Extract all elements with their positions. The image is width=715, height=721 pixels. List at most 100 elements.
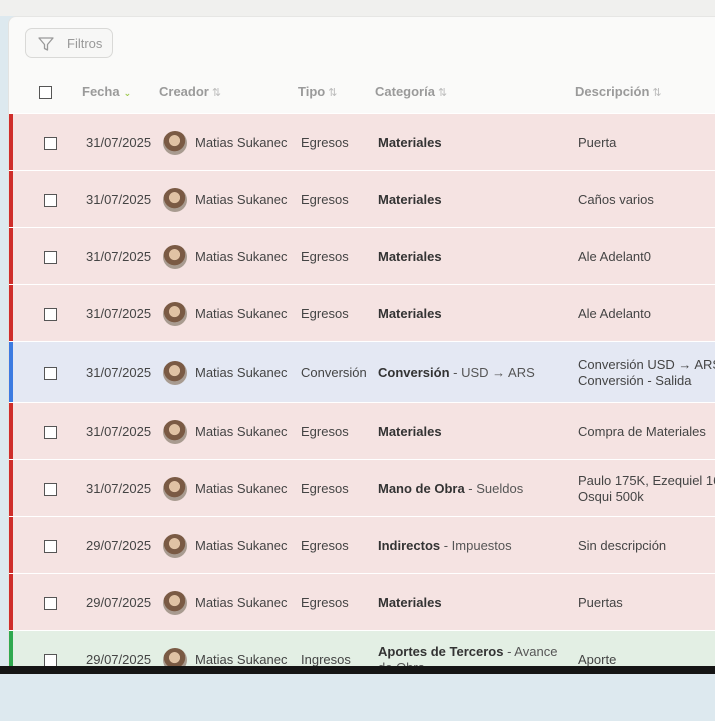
column-creador[interactable]: Creador ⇅ [159, 84, 221, 99]
avatar [163, 420, 187, 444]
row-checkbox[interactable] [44, 540, 57, 553]
top-strip [0, 0, 715, 16]
table-row[interactable]: 31/07/2025 Matias Sukanec Egresos Materi… [9, 402, 715, 459]
creador-cell: Matias Sukanec [195, 481, 288, 496]
table-header: Fecha ⌄ Creador ⇅ Tipo ⇅ Categoría ⇅ Descrip… [9, 73, 715, 113]
row-checkbox[interactable] [44, 483, 57, 496]
descripcion-line1: Paulo 175K, Ezequiel 160 [578, 473, 715, 488]
table-row[interactable]: 29/07/2025 Matias Sukanec Ingresos Aport… [9, 630, 715, 667]
column-categoria[interactable]: Categoría ⇅ [375, 84, 447, 99]
taskbar [0, 666, 715, 674]
table-row[interactable]: 31/07/2025 Matias Sukanec Egresos Materi… [9, 113, 715, 170]
fecha-cell: 31/07/2025 [86, 249, 152, 264]
type-color-bar [9, 114, 13, 170]
type-color-bar [9, 285, 13, 341]
categoria-name: Indirectos [378, 538, 441, 553]
descripcion-cell: Ale Adelant0 [578, 249, 651, 265]
avatar [163, 245, 187, 269]
creador-cell: Matias Sukanec [195, 192, 288, 207]
creador-cell: Matias Sukanec [195, 652, 288, 667]
descripcion-cell: Compra de Materiales [578, 424, 706, 440]
row-checkbox[interactable] [44, 426, 57, 439]
fecha-cell: 31/07/2025 [86, 306, 152, 321]
avatar [163, 131, 187, 155]
row-checkbox[interactable] [44, 194, 57, 207]
column-fecha[interactable]: Fecha ⌄ [82, 84, 131, 99]
type-color-bar [9, 517, 13, 573]
creador-cell: Matias Sukanec [195, 538, 288, 553]
select-all-checkbox[interactable] [39, 86, 52, 99]
categoria-name: Materiales [378, 306, 442, 321]
row-checkbox[interactable] [44, 308, 57, 321]
row-checkbox[interactable] [44, 251, 57, 264]
row-checkbox[interactable] [44, 137, 57, 150]
tipo-cell: Egresos [301, 192, 349, 207]
categoria-cell: Materiales [378, 306, 558, 321]
categoria-cell: Conversión - USD → ARS [378, 365, 558, 380]
categoria-name: Conversión [378, 365, 450, 380]
descripcion-cell: Caños varios [578, 192, 654, 208]
column-descripcion-label: Descripción [575, 84, 650, 99]
fecha-cell: 29/07/2025 [86, 652, 152, 667]
movements-panel: Filtros Fecha ⌄ Creador ⇅ Tipo ⇅ Categoría ⇅… [8, 16, 715, 667]
column-fecha-label: Fecha [82, 84, 120, 99]
table-body: 31/07/2025 Matias Sukanec Egresos Materi… [9, 113, 715, 667]
type-color-bar [9, 342, 13, 402]
descripcion-line1: Sin descripción [578, 538, 667, 553]
avatar [163, 534, 187, 558]
column-tipo[interactable]: Tipo ⇅ [298, 84, 337, 99]
column-creador-label: Creador [159, 84, 209, 99]
filters-label: Filtros [67, 36, 103, 51]
table-row[interactable]: 31/07/2025 Matias Sukanec Conversión Con… [9, 341, 715, 402]
descripcion-cell: Sin descripción [578, 538, 666, 554]
descripcion-line1: Puertas [578, 595, 623, 610]
categoria-cell: Materiales [378, 135, 558, 150]
type-color-bar [9, 228, 13, 284]
fecha-cell: 31/07/2025 [86, 424, 152, 439]
descripcion-cell: Conversión USD → ARS Conversión - Salida [578, 357, 715, 389]
fecha-cell: 31/07/2025 [86, 365, 152, 380]
creador-cell: Matias Sukanec [195, 424, 288, 439]
categoria-name: Aportes de Terceros [378, 644, 504, 659]
filters-button[interactable]: Filtros [25, 28, 113, 58]
descripcion-cell: Puertas [578, 595, 623, 611]
table-row[interactable]: 31/07/2025 Matias Sukanec Egresos Materi… [9, 227, 715, 284]
creador-cell: Matias Sukanec [195, 365, 288, 380]
creador-cell: Matias Sukanec [195, 595, 288, 610]
descripcion-line2: Osqui 500k [578, 489, 644, 504]
creador-cell: Matias Sukanec [195, 306, 288, 321]
sort-icon: ⇅ [211, 87, 222, 99]
sort-desc-icon: ⌄ [123, 88, 132, 98]
descripcion-cell: Puerta [578, 135, 616, 151]
tipo-cell: Conversión [301, 365, 367, 380]
type-color-bar [9, 171, 13, 227]
avatar [163, 648, 187, 667]
type-color-bar [9, 631, 13, 667]
table-row[interactable]: 31/07/2025 Matias Sukanec Egresos Materi… [9, 284, 715, 341]
row-checkbox[interactable] [44, 367, 57, 380]
table-row[interactable]: 29/07/2025 Matias Sukanec Egresos Materi… [9, 573, 715, 630]
table-row[interactable]: 29/07/2025 Matias Sukanec Egresos Indire… [9, 516, 715, 573]
column-tipo-label: Tipo [298, 84, 326, 99]
avatar [163, 361, 187, 385]
type-color-bar [9, 574, 13, 630]
table-row[interactable]: 31/07/2025 Matias Sukanec Egresos Materi… [9, 170, 715, 227]
fecha-cell: 31/07/2025 [86, 192, 152, 207]
avatar [163, 591, 187, 615]
categoria-cell: Indirectos - Impuestos [378, 538, 558, 553]
fecha-cell: 31/07/2025 [86, 481, 152, 496]
type-color-bar [9, 460, 13, 516]
subcategoria-name: - USD → ARS [449, 365, 535, 380]
categoria-name: Materiales [378, 135, 442, 150]
categoria-name: Materiales [378, 192, 442, 207]
descripcion-line1: Aporte [578, 652, 617, 667]
categoria-name: Materiales [378, 595, 442, 610]
column-descripcion[interactable]: Descripción ⇅ [575, 84, 662, 99]
categoria-cell: Materiales [378, 249, 558, 264]
table-row[interactable]: 31/07/2025 Matias Sukanec Egresos Mano d… [9, 459, 715, 516]
fecha-cell: 29/07/2025 [86, 538, 152, 553]
row-checkbox[interactable] [44, 597, 57, 610]
sort-icon: ⇅ [652, 87, 662, 99]
tipo-cell: Egresos [301, 249, 349, 264]
avatar [163, 477, 187, 501]
